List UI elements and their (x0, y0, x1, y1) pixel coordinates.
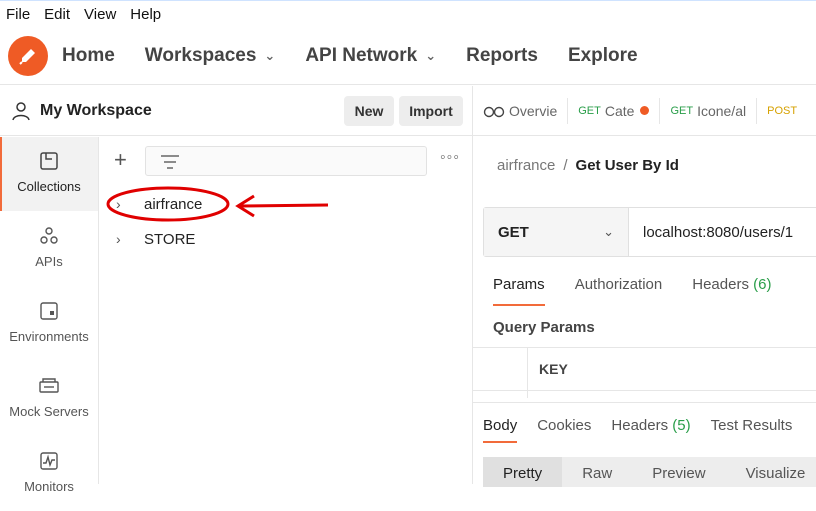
environments-icon (40, 302, 58, 320)
nav-reports[interactable]: Reports (466, 45, 538, 67)
collection-label: airfrance (144, 195, 203, 213)
workspace-title[interactable]: My Workspace (10, 100, 152, 122)
url-input[interactable]: localhost:8080/users/1 (629, 208, 793, 256)
filter-input[interactable] (145, 146, 427, 176)
collection-label: STORE (144, 230, 196, 248)
breadcrumb: airfrance / Get User By Id (497, 157, 679, 174)
request-title[interactable]: Get User By Id (576, 157, 679, 174)
workspace-header: My Workspace New Import (0, 86, 472, 136)
tab-cookies[interactable]: Cookies (537, 417, 591, 434)
sidebar-item-monitors[interactable]: Monitors (0, 437, 98, 511)
chevron-right-icon: › (116, 196, 121, 212)
request-tabs: Overvie GET Cate GET Icone/al POST (473, 86, 816, 136)
chevron-down-icon: ⌄ (603, 224, 614, 239)
sidebar-item-label: APIs (35, 254, 63, 269)
method-select[interactable]: GET ⌄ (484, 208, 629, 256)
tab-body[interactable]: Body (483, 417, 518, 443)
breadcrumb-separator: / (563, 157, 568, 174)
breadcrumb-parent[interactable]: airfrance (497, 157, 555, 174)
import-button[interactable]: Import (399, 96, 463, 126)
sidebar-item-apis[interactable]: APIs (0, 212, 98, 286)
nav-explore[interactable]: Explore (568, 45, 638, 67)
url-bar: GET ⌄ localhost:8080/users/1 (483, 207, 816, 257)
menu-help[interactable]: Help (130, 6, 161, 23)
unsaved-dot-icon (640, 106, 650, 115)
response-divider[interactable] (473, 402, 816, 403)
top-nav: Home Workspaces ⌄ API Network ⌄ Reports Ex… (0, 27, 816, 85)
mock-servers-icon (39, 378, 59, 393)
user-icon (12, 101, 30, 120)
view-raw[interactable]: Raw (562, 457, 632, 487)
query-params-title: Query Params (493, 319, 595, 336)
menu-bar: File Edit View Help (0, 0, 816, 27)
query-params-table: KEY (473, 347, 816, 398)
tab-post[interactable]: POST (757, 98, 811, 124)
tab-authorization[interactable]: Authorization (575, 276, 663, 306)
tab-test-results[interactable]: Test Results (711, 417, 793, 434)
tab-headers[interactable]: Headers (6) (692, 276, 771, 306)
menu-edit[interactable]: Edit (44, 6, 70, 23)
sidebar-item-label: Environments (9, 329, 89, 344)
chevron-right-icon: › (116, 231, 121, 247)
tab-get-cate[interactable]: GET Cate (568, 97, 661, 124)
more-options-icon[interactable]: ◦◦◦ (440, 149, 460, 167)
view-mode-bar: Pretty Raw Preview Visualize (483, 457, 816, 487)
monitors-icon (40, 452, 58, 470)
nav-api-network[interactable]: API Network ⌄ (305, 45, 436, 67)
request-subtabs: Params Authorization Headers (6) (493, 276, 801, 306)
sidebar: Collections APIs Environments Mock Serve… (0, 137, 99, 494)
add-collection-icon[interactable]: + (114, 149, 127, 171)
sidebar-item-label: Mock Servers (9, 404, 89, 419)
tab-params[interactable]: Params (493, 276, 545, 306)
menu-view[interactable]: View (84, 6, 116, 23)
tab-response-headers[interactable]: Headers (5) (611, 417, 690, 434)
view-preview[interactable]: Preview (632, 457, 725, 487)
collection-item-store[interactable]: › STORE (116, 227, 195, 251)
sidebar-item-label: Collections (17, 179, 81, 194)
nav-home[interactable]: Home (62, 45, 115, 67)
response-tabs: Body Cookies Headers (5) Test Results (483, 417, 812, 443)
view-pretty[interactable]: Pretty (483, 457, 563, 487)
apis-icon (40, 227, 58, 244)
tab-overview[interactable]: Overvie (473, 97, 569, 124)
chevron-down-icon: ⌄ (264, 47, 276, 63)
chevron-down-icon: ⌄ (425, 47, 437, 63)
sidebar-item-mock-servers[interactable]: Mock Servers (0, 362, 98, 436)
filter-icon (161, 155, 179, 169)
view-visualize[interactable]: Visualize (726, 457, 816, 487)
overview-icon (483, 106, 505, 117)
menu-file[interactable]: File (6, 6, 30, 23)
tab-get-icone[interactable]: GET Icone/al (660, 97, 758, 124)
sidebar-item-label: Monitors (24, 479, 74, 494)
sidebar-item-collections[interactable]: Collections (0, 137, 98, 211)
collections-panel: + ◦◦◦ › airfrance › STORE (100, 137, 472, 484)
new-button[interactable]: New (344, 96, 394, 126)
key-column-header: KEY (539, 361, 568, 377)
collection-item-airfrance[interactable]: › airfrance (116, 192, 202, 216)
collections-icon (40, 152, 58, 170)
sidebar-item-environments[interactable]: Environments (0, 287, 98, 361)
panel-divider[interactable] (472, 86, 473, 484)
nav-workspaces[interactable]: Workspaces ⌄ (145, 45, 276, 67)
postman-logo-icon[interactable] (8, 35, 48, 76)
